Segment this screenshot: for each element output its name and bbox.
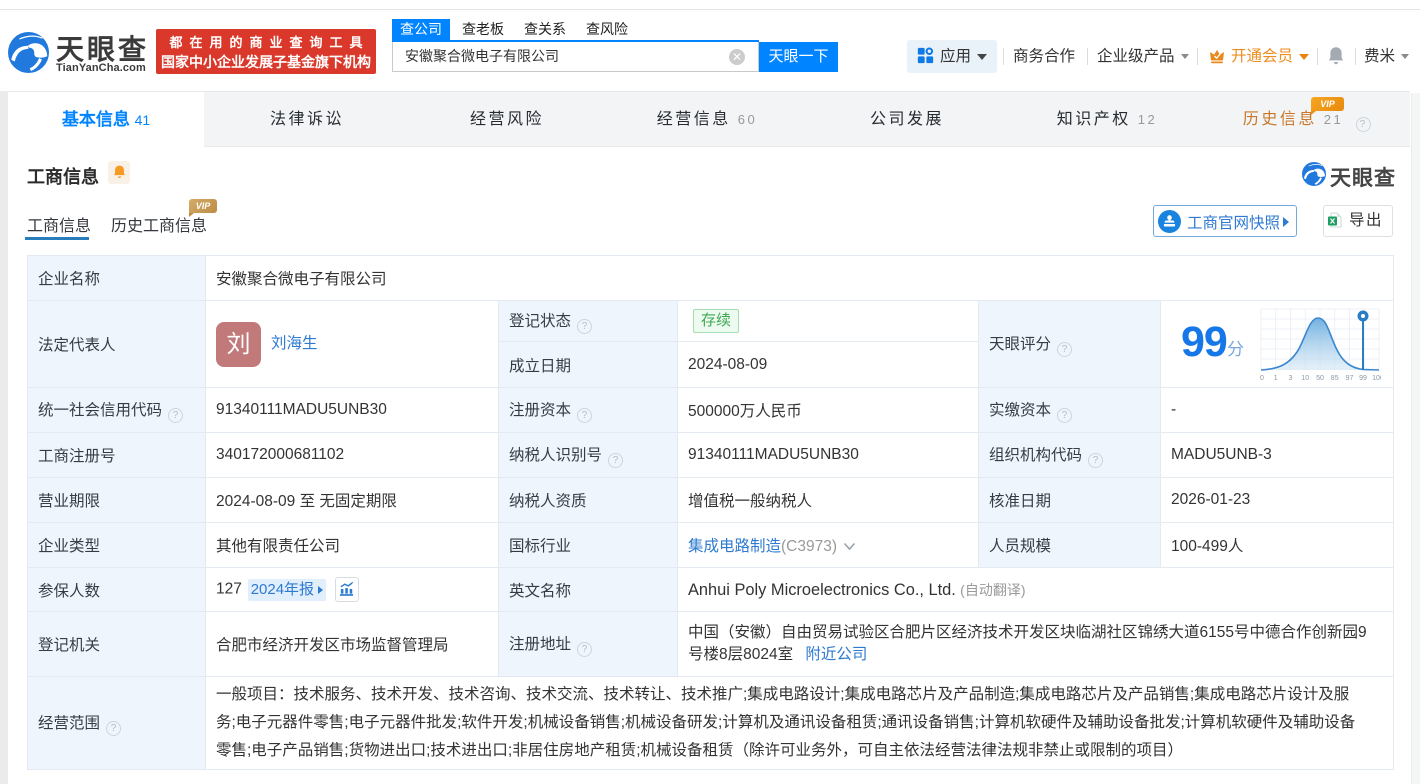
svg-text:50: 50 <box>1316 375 1324 382</box>
svg-text:10: 10 <box>1301 375 1309 382</box>
svg-text:85: 85 <box>1331 375 1339 382</box>
svg-text:3: 3 <box>1289 375 1293 382</box>
svg-text:100: 100 <box>1372 375 1381 382</box>
svg-text:97: 97 <box>1346 375 1354 382</box>
svg-text:0: 0 <box>1260 375 1264 382</box>
svg-text:1: 1 <box>1274 375 1278 382</box>
svg-text:99: 99 <box>1359 375 1367 382</box>
